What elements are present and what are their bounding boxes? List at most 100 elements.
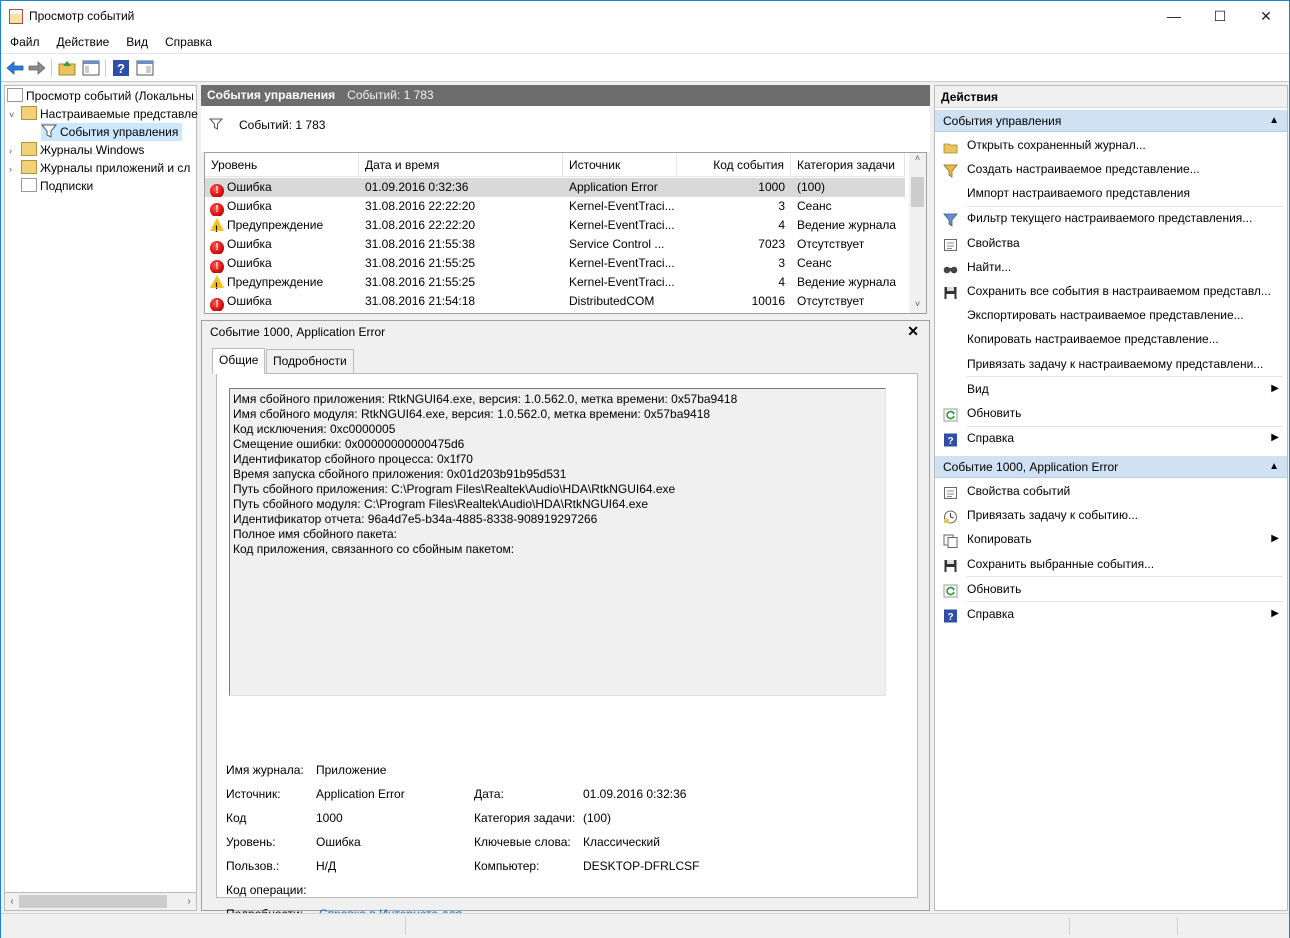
folder-icon: [21, 160, 37, 174]
svg-text:?: ?: [947, 436, 953, 447]
tree-item-subscriptions[interactable]: Подписки: [21, 177, 93, 195]
filter-count: Событий: 1 783: [239, 118, 326, 132]
cell-level: ! Ошибка: [205, 254, 359, 273]
action-item[interactable]: Свойства: [935, 231, 1287, 255]
tab-general[interactable]: Общие: [212, 348, 266, 374]
expand-arrow-icon[interactable]: ˅: [9, 106, 21, 124]
prop-log-name-value: Приложение: [316, 763, 387, 777]
tree-item-label: Просмотр событий (Локальны: [26, 89, 194, 103]
table-row[interactable]: ! Ошибка 01.09.2016 0:32:36 Application Err…: [205, 178, 905, 197]
scroll-up-icon[interactable]: ˄: [909, 153, 926, 167]
table-row[interactable]: ! Ошибка 31.08.2016 21:55:25 Kernel-EventTr…: [205, 254, 905, 273]
collapse-icon[interactable]: ▲: [1269, 456, 1279, 478]
table-row[interactable]: Предупреждение 31.08.2016 21:55:25 Kernel-…: [205, 273, 905, 292]
minimize-button[interactable]: —: [1151, 1, 1197, 32]
tree-horizontal-scrollbar[interactable]: ‹ ›: [4, 892, 197, 911]
center-event-count: Событий: 1 783: [347, 88, 434, 102]
error-icon: !: [210, 203, 224, 216]
close-icon[interactable]: ✕: [907, 323, 919, 340]
svg-text:?: ?: [117, 61, 125, 76]
action-item[interactable]: ? Справка ▶: [935, 602, 1287, 626]
action-item[interactable]: Импорт настраиваемого представления: [935, 181, 1287, 205]
cell-level: ! Ошибка: [205, 178, 359, 197]
maximize-button[interactable]: ☐: [1197, 1, 1243, 32]
action-item[interactable]: Привязать задачу к настраиваемому предст…: [935, 352, 1287, 376]
action-label: Обновить: [967, 405, 1022, 420]
column-header-category[interactable]: Категория задачи: [791, 153, 905, 177]
tree-item-admin-events[interactable]: События управления: [41, 123, 183, 141]
action-item[interactable]: Обновить: [935, 401, 1287, 425]
action-item[interactable]: Копировать настраиваемое представление..…: [935, 327, 1287, 351]
tree-item-label: Журналы приложений и сл: [40, 161, 191, 175]
action-item[interactable]: Сохранить выбранные события...: [935, 552, 1287, 576]
collapsed-arrow-icon[interactable]: ›: [9, 142, 21, 160]
action-item[interactable]: Фильтр текущего настраиваемого представл…: [935, 206, 1287, 230]
tree-item-root[interactable]: Просмотр событий (Локальны: [7, 87, 194, 105]
close-button[interactable]: ✕: [1243, 1, 1289, 32]
cell-level: Предупреждение: [205, 216, 359, 235]
column-header-source[interactable]: Источник: [563, 153, 677, 177]
action-item[interactable]: Привязать задачу к событию...: [935, 503, 1287, 527]
action-item[interactable]: Сохранить все события в настраиваемом пр…: [935, 279, 1287, 303]
window-title: Просмотр событий: [29, 9, 135, 23]
actions-section-event[interactable]: Событие 1000, Application Error ▲: [935, 456, 1287, 478]
help-icon[interactable]: ?: [111, 58, 131, 78]
description-line: Путь сбойного модуля: C:\Program Files\R…: [233, 497, 649, 511]
table-row[interactable]: ! Ошибка 31.08.2016 22:22:20 Kernel-EventTr…: [205, 197, 905, 216]
menu-help[interactable]: Справка: [156, 32, 220, 49]
submenu-arrow-icon: ▶: [1271, 533, 1279, 545]
prop-computer-label: Компьютер:: [474, 859, 540, 873]
action-item[interactable]: Найти...: [935, 255, 1287, 279]
table-row[interactable]: ! Ошибка 31.08.2016 21:54:18 DistributedCOM…: [205, 292, 905, 311]
tree-item-windows-logs[interactable]: › Журналы Windows: [9, 141, 144, 159]
forward-arrow-icon[interactable]: [27, 58, 47, 78]
menu-action[interactable]: Действие: [48, 32, 118, 49]
tree-item-label: Журналы Windows: [40, 143, 145, 157]
action-item[interactable]: Создать настраиваемое представление...: [935, 157, 1287, 181]
actions-section-admin-events[interactable]: События управления ▲: [935, 110, 1287, 132]
table-row[interactable]: ! Ошибка 31.08.2016 21:55:38 Service Contro…: [205, 235, 905, 254]
action-item[interactable]: Обновить: [935, 577, 1287, 601]
folder-up-icon[interactable]: [57, 58, 77, 78]
prop-level-label: Уровень:: [226, 835, 276, 849]
action-item[interactable]: Экспортировать настраиваемое представлен…: [935, 303, 1287, 327]
table-row[interactable]: Предупреждение 31.08.2016 22:22:20 Kernel-…: [205, 216, 905, 235]
back-arrow-icon[interactable]: [5, 58, 25, 78]
console-tree-icon[interactable]: [81, 58, 101, 78]
prop-opcode-label: Код операции:: [226, 883, 307, 897]
action-item[interactable]: Свойства событий: [935, 479, 1287, 503]
menu-view[interactable]: Вид: [117, 32, 156, 49]
event-description[interactable]: Имя сбойного приложения: RtkNGUI64.exe, …: [229, 388, 886, 696]
scroll-right-icon[interactable]: ›: [182, 893, 196, 910]
event-viewer-icon: [7, 88, 23, 102]
description-line: Код исключения: 0xc0000005: [233, 422, 396, 436]
action-item[interactable]: ? Справка ▶: [935, 426, 1287, 450]
column-header-date[interactable]: Дата и время: [359, 153, 563, 177]
cell-category: Сеанс: [797, 199, 832, 213]
cell-date: 31.08.2016 22:22:20: [365, 218, 476, 232]
tree-item-app-logs[interactable]: › Журналы приложений и сл: [9, 159, 190, 177]
collapse-icon[interactable]: ▲: [1269, 110, 1279, 132]
action-item[interactable]: Вид ▶: [935, 377, 1287, 401]
action-item[interactable]: Открыть сохраненный журнал...: [935, 133, 1287, 157]
scrollbar-thumb[interactable]: [19, 895, 167, 908]
status-bar: [1, 913, 1289, 938]
action-label: Привязать задачу к настраиваемому предст…: [967, 356, 1264, 371]
scroll-down-icon[interactable]: ˅: [909, 299, 926, 313]
cell-source: Service Control ...: [569, 237, 665, 251]
scroll-left-icon[interactable]: ‹: [5, 893, 19, 910]
action-label: Копировать: [967, 532, 1032, 547]
collapsed-arrow-icon[interactable]: ›: [9, 160, 21, 178]
console-tree: Просмотр событий (Локальны ˅ Настраиваемы…: [4, 85, 198, 911]
action-label: Найти...: [967, 259, 1012, 274]
scrollbar-thumb[interactable]: [911, 177, 924, 207]
action-item[interactable]: Копировать ▶: [935, 527, 1287, 551]
menu-file[interactable]: Файл: [1, 32, 48, 49]
tree-item-custom-views[interactable]: ˅ Настраиваемые представле: [9, 105, 198, 123]
column-header-level[interactable]: Уровень: [205, 153, 359, 177]
column-header-event-id[interactable]: Код события: [677, 153, 791, 177]
table-vertical-scrollbar[interactable]: ˄ ˅: [909, 153, 926, 313]
event-viewer-app-icon: [9, 9, 23, 24]
tab-details[interactable]: Подробности: [266, 349, 354, 373]
pane-icon[interactable]: [135, 58, 155, 78]
